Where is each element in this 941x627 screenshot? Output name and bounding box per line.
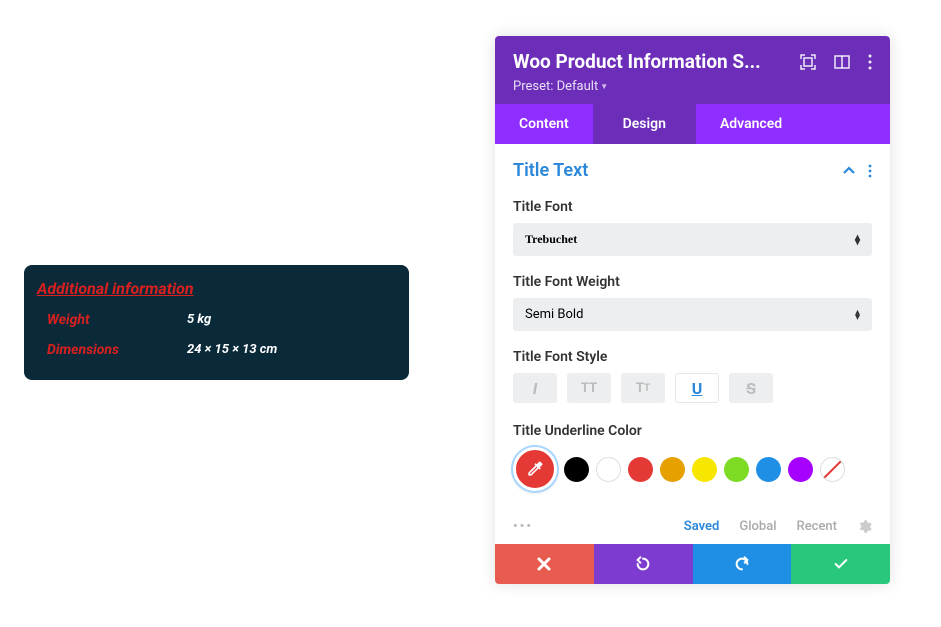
- tab-advanced[interactable]: Advanced: [696, 104, 806, 144]
- weight-select-value: Semi Bold: [525, 307, 583, 322]
- panel-tabs: Content Design Advanced: [495, 104, 890, 144]
- font-label: Title Font: [513, 199, 872, 215]
- more-dots-icon[interactable]: •••: [513, 519, 533, 534]
- saved-tab[interactable]: Saved: [684, 519, 720, 534]
- preview-row-value: 5 kg: [187, 312, 211, 328]
- weight-select[interactable]: Semi Bold ▴▾: [513, 298, 872, 331]
- font-select-value: Trebuchet: [525, 232, 577, 247]
- columns-icon[interactable]: [834, 54, 850, 70]
- smallcaps-button[interactable]: TT: [621, 373, 665, 403]
- more-icon[interactable]: [868, 54, 872, 70]
- swatch-red-selected[interactable]: [513, 447, 557, 491]
- settings-panel: Woo Product Information S... Preset: Def…: [495, 36, 890, 584]
- recent-tab[interactable]: Recent: [797, 519, 837, 534]
- preview-row-value: 24 × 15 × 13 cm: [187, 342, 277, 358]
- swatch-red[interactable]: [628, 457, 653, 482]
- gear-icon[interactable]: [857, 519, 872, 534]
- tab-design[interactable]: Design: [593, 104, 696, 144]
- uppercase-button[interactable]: TT: [567, 373, 611, 403]
- preset-dropdown[interactable]: Preset: Default: [513, 79, 872, 94]
- style-label: Title Font Style: [513, 349, 872, 365]
- swatch-orange[interactable]: [660, 457, 685, 482]
- section-more-icon[interactable]: [868, 164, 872, 178]
- save-button[interactable]: [791, 544, 890, 584]
- swatch-green[interactable]: [724, 457, 749, 482]
- undo-button[interactable]: [594, 544, 693, 584]
- font-select[interactable]: Trebuchet ▴▾: [513, 223, 872, 256]
- swatch-black[interactable]: [564, 457, 589, 482]
- preview-row: Weight 5 kg: [39, 312, 394, 328]
- redo-button[interactable]: [693, 544, 792, 584]
- swatch-none[interactable]: [820, 457, 845, 482]
- strikethrough-button[interactable]: S: [729, 373, 773, 403]
- underline-button[interactable]: U: [675, 373, 719, 403]
- panel-title: Woo Product Information S...: [513, 50, 761, 73]
- select-caret-icon: ▴▾: [855, 310, 860, 320]
- weight-label: Title Font Weight: [513, 274, 872, 290]
- swatch-white[interactable]: [596, 457, 621, 482]
- expand-icon[interactable]: [800, 54, 816, 70]
- swatch-yellow[interactable]: [692, 457, 717, 482]
- swatch-purple[interactable]: [788, 457, 813, 482]
- collapse-icon[interactable]: [842, 164, 856, 178]
- tab-content[interactable]: Content: [495, 104, 593, 144]
- italic-button[interactable]: I: [513, 373, 557, 403]
- swatch-row: [513, 447, 872, 491]
- section-title: Title Text: [513, 160, 588, 181]
- swatch-blue[interactable]: [756, 457, 781, 482]
- product-info-preview: Additional information Weight 5 kg Dimen…: [24, 265, 409, 380]
- panel-header: Woo Product Information S... Preset: Def…: [495, 36, 890, 104]
- select-caret-icon: ▴▾: [855, 235, 860, 245]
- cancel-button[interactable]: [495, 544, 594, 584]
- panel-actions: [495, 544, 890, 584]
- underline-color-label: Title Underline Color: [513, 423, 872, 439]
- preview-title: Additional information: [37, 279, 394, 298]
- preview-row-label: Weight: [47, 312, 187, 328]
- global-tab[interactable]: Global: [739, 519, 776, 534]
- preview-row-label: Dimensions: [47, 342, 187, 358]
- preview-row: Dimensions 24 × 15 × 13 cm: [39, 342, 394, 358]
